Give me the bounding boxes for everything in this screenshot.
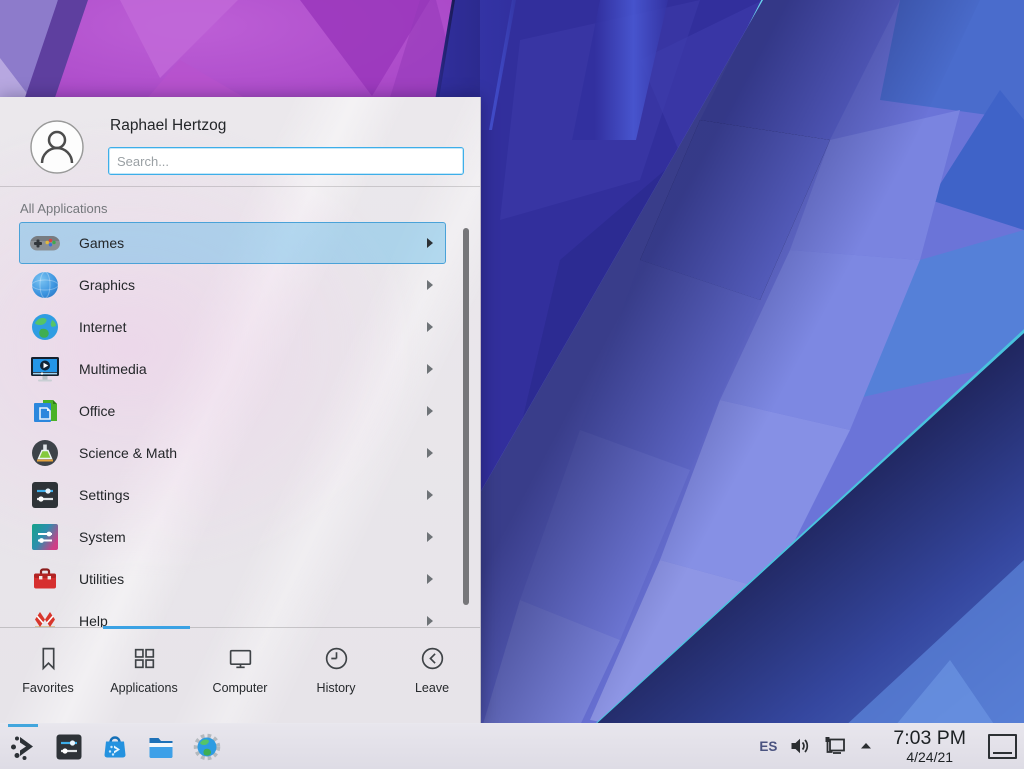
globe-icon (29, 311, 61, 343)
bookmark-icon (35, 645, 62, 672)
submenu-arrow-icon (427, 280, 433, 290)
category-row-graphics[interactable]: Graphics (19, 264, 446, 306)
expand-tray-icon[interactable] (859, 739, 873, 753)
keyboard-layout-indicator[interactable]: ES (759, 739, 777, 754)
category-label: Help (79, 613, 108, 627)
submenu-arrow-icon (427, 448, 433, 458)
category-label: Games (79, 235, 124, 251)
taskbar-panel: ES 7:03 PM 4/24/21 (0, 723, 1024, 769)
category-list: Games Graphics Internet (19, 222, 446, 627)
help-icon (29, 605, 61, 627)
category-row-multimedia[interactable]: Multimedia (19, 348, 446, 390)
category-row-internet[interactable]: Internet (19, 306, 446, 348)
web-browser-icon (192, 732, 222, 762)
sphere-icon (29, 269, 61, 301)
clock-icon (323, 645, 350, 672)
discover-icon (100, 732, 130, 762)
category-label: Settings (79, 487, 130, 503)
category-row-help[interactable]: Help (19, 600, 446, 627)
category-row-games[interactable]: Games (19, 222, 446, 264)
flask-icon (29, 437, 61, 469)
category-row-settings[interactable]: Settings (19, 474, 446, 516)
sliders-color-icon (29, 521, 61, 553)
app-launcher-button[interactable] (8, 732, 38, 762)
category-row-system[interactable]: System (19, 516, 446, 558)
file-manager-icon (146, 732, 176, 762)
tab-leave[interactable]: Leave (384, 628, 480, 724)
submenu-arrow-icon (427, 364, 433, 374)
network-icon[interactable] (823, 734, 847, 758)
submenu-arrow-icon (427, 406, 433, 416)
media-monitor-icon (29, 353, 61, 385)
documents-icon (29, 395, 61, 427)
volume-icon[interactable] (789, 735, 811, 757)
category-label: Internet (79, 319, 126, 335)
digital-clock[interactable]: 7:03 PM 4/24/21 (893, 729, 966, 764)
toolbox-icon (29, 563, 61, 595)
gamepad-icon (29, 227, 61, 259)
clock-date: 4/24/21 (906, 750, 953, 764)
system-tray: ES 7:03 PM 4/24/21 (759, 729, 1024, 764)
category-row-office[interactable]: Office (19, 390, 446, 432)
submenu-arrow-icon (427, 574, 433, 584)
submenu-arrow-icon (427, 322, 433, 332)
category-label: Multimedia (79, 361, 147, 377)
active-task-indicator (8, 724, 38, 727)
category-row-science[interactable]: Science & Math (19, 432, 446, 474)
tab-favorites[interactable]: Favorites (0, 628, 96, 724)
submenu-arrow-icon (427, 616, 433, 626)
section-label: All Applications (20, 201, 107, 216)
tab-applications[interactable]: Applications (96, 628, 192, 724)
clock-time: 7:03 PM (893, 729, 966, 749)
system-settings-launcher[interactable] (54, 732, 84, 762)
submenu-arrow-icon (427, 238, 433, 248)
sliders-dark-icon (29, 479, 61, 511)
system-settings-icon (54, 732, 84, 762)
tab-computer[interactable]: Computer (192, 628, 288, 724)
menu-tab-bar: Favorites Applications Computer History (0, 627, 480, 724)
app-launcher-icon (8, 732, 38, 762)
submenu-arrow-icon (427, 532, 433, 542)
submenu-arrow-icon (427, 490, 433, 500)
category-row-utilities[interactable]: Utilities (19, 558, 446, 600)
leave-icon (419, 645, 446, 672)
user-name: Raphael Hertzog (110, 117, 226, 135)
category-label: Office (79, 403, 115, 419)
monitor-icon (227, 645, 254, 672)
menu-header: Raphael Hertzog (0, 97, 480, 187)
panel-launchers (0, 732, 222, 762)
category-label: Utilities (79, 571, 124, 587)
show-desktop-button[interactable] (988, 734, 1017, 759)
category-label: Graphics (79, 277, 135, 293)
application-launcher-menu: Raphael Hertzog All Applications Games (0, 97, 481, 723)
category-label: Science & Math (79, 445, 177, 461)
web-browser-launcher[interactable] (192, 732, 222, 762)
user-avatar[interactable] (30, 120, 84, 174)
file-manager-launcher[interactable] (146, 732, 176, 762)
active-tab-indicator (103, 626, 190, 629)
search-input[interactable] (108, 147, 464, 175)
discover-launcher[interactable] (100, 732, 130, 762)
scrollbar[interactable] (463, 228, 469, 605)
category-label: System (79, 529, 126, 545)
grid-icon (131, 645, 158, 672)
tab-history[interactable]: History (288, 628, 384, 724)
